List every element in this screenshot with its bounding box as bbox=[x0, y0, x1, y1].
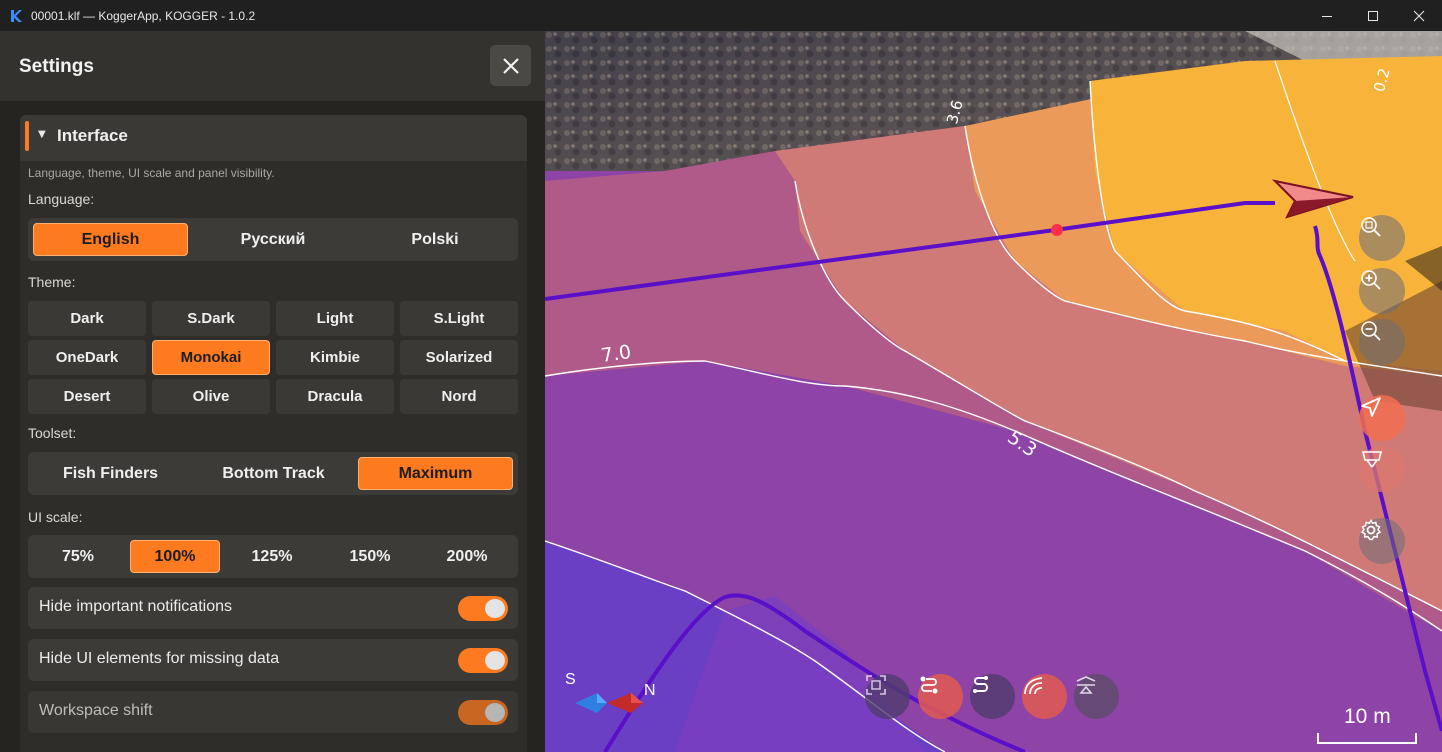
navigate-arrow-icon bbox=[1361, 397, 1381, 417]
toolset-label: Toolset: bbox=[28, 425, 77, 441]
track-button[interactable] bbox=[970, 674, 1015, 719]
map-3d-view[interactable]: 7.0 5.3 3.6 0.2 S N 10 m bbox=[545, 31, 1442, 752]
theme-option-light[interactable]: Light bbox=[276, 301, 394, 336]
toolset-option-maximum[interactable]: Maximum bbox=[358, 457, 513, 490]
minimize-icon[interactable] bbox=[1304, 0, 1350, 31]
layers-button[interactable] bbox=[1074, 674, 1119, 719]
theme-option-olive[interactable]: Olive bbox=[152, 379, 270, 414]
hide-missing-data-switch[interactable] bbox=[458, 648, 508, 673]
zoom-out-button[interactable] bbox=[1359, 319, 1405, 365]
zoom-in-button[interactable] bbox=[1359, 268, 1405, 314]
language-selector: English Русский Polski bbox=[28, 218, 518, 261]
toolset-option-fish-finders[interactable]: Fish Finders bbox=[33, 457, 188, 490]
kogger-logo-icon bbox=[9, 9, 23, 23]
zoom-fit-icon bbox=[1361, 217, 1381, 237]
select-frame-icon bbox=[866, 675, 886, 695]
toggle-row-hide-notifications: Hide important notifications bbox=[28, 587, 518, 629]
close-icon bbox=[502, 57, 519, 74]
switch-knob bbox=[485, 703, 505, 722]
switch-knob bbox=[485, 599, 505, 618]
language-option-russian[interactable]: Русский bbox=[198, 223, 348, 256]
theme-option-monokai[interactable]: Monokai bbox=[152, 340, 270, 375]
language-option-english[interactable]: English bbox=[33, 223, 188, 256]
toggle-label: Hide UI elements for missing data bbox=[39, 650, 280, 667]
terrain-render bbox=[545, 31, 1442, 752]
language-option-polski[interactable]: Polski bbox=[360, 223, 510, 256]
ui-scale-option-150[interactable]: 150% bbox=[325, 540, 415, 573]
window-title: 00001.klf — KoggerApp, KOGGER - 1.0.2 bbox=[31, 8, 256, 23]
toolset-option-bottom-track[interactable]: Bottom Track bbox=[196, 457, 351, 490]
collapse-arrow-icon: ▼ bbox=[38, 129, 46, 140]
theme-option-dark[interactable]: Dark bbox=[28, 301, 146, 336]
theme-option-slight[interactable]: S.Light bbox=[400, 301, 518, 336]
settings-panel: Settings ▼ Interface Language, theme, UI… bbox=[0, 31, 545, 752]
compass: S N bbox=[565, 671, 675, 716]
settings-close-button[interactable] bbox=[490, 45, 531, 86]
scale-line bbox=[1317, 733, 1417, 744]
toggle-label: Workspace shift bbox=[39, 702, 153, 719]
section-description: Language, theme, UI scale and panel visi… bbox=[28, 166, 275, 180]
ui-scale-option-125[interactable]: 125% bbox=[227, 540, 317, 573]
route-icon bbox=[920, 676, 938, 694]
zoom-out-icon bbox=[1361, 321, 1381, 341]
theme-option-solarized[interactable]: Solarized bbox=[400, 340, 518, 375]
scale-label: 10 m bbox=[1344, 705, 1391, 728]
theme-label: Theme: bbox=[28, 274, 76, 290]
workspace-shift-switch[interactable] bbox=[458, 700, 508, 725]
zoom-fit-button[interactable] bbox=[1359, 215, 1405, 261]
section-accent-bar bbox=[25, 121, 29, 151]
close-icon[interactable] bbox=[1396, 0, 1442, 31]
language-label: Language: bbox=[28, 191, 95, 207]
maximize-icon[interactable] bbox=[1350, 0, 1396, 31]
theme-option-kimbie[interactable]: Kimbie bbox=[276, 340, 394, 375]
title-bar: 00001.klf — KoggerApp, KOGGER - 1.0.2 bbox=[0, 0, 1442, 31]
route-button[interactable] bbox=[918, 674, 963, 719]
theme-option-nord[interactable]: Nord bbox=[400, 379, 518, 414]
toggle-row-workspace-shift: Workspace shift bbox=[28, 691, 518, 733]
sonar-button[interactable] bbox=[1022, 674, 1067, 719]
map-settings-button[interactable] bbox=[1359, 518, 1405, 564]
theme-option-dracula[interactable]: Dracula bbox=[276, 379, 394, 414]
track-icon bbox=[973, 676, 988, 693]
zoom-in-icon bbox=[1361, 270, 1381, 290]
scale-bar: 10 m bbox=[1317, 701, 1417, 744]
contour-label-depth: 7.0 bbox=[599, 341, 633, 367]
interface-section-header[interactable]: ▼ Interface bbox=[20, 115, 527, 161]
settings-title: Settings bbox=[19, 56, 94, 77]
layers-icon bbox=[1076, 676, 1096, 694]
settings-gear-icon bbox=[1360, 519, 1382, 541]
settings-header: Settings bbox=[0, 31, 545, 101]
compass-north-label: N bbox=[644, 682, 656, 699]
sonar-icon bbox=[1024, 677, 1043, 695]
ui-scale-selector: 75% 100% 125% 150% 200% bbox=[28, 535, 518, 578]
toggle-row-hide-missing-data: Hide UI elements for missing data bbox=[28, 639, 518, 681]
toolset-selector: Fish Finders Bottom Track Maximum bbox=[28, 452, 518, 495]
vehicle-icon bbox=[1361, 451, 1383, 468]
section-title: Interface bbox=[57, 126, 128, 145]
compass-needle-icon bbox=[575, 693, 643, 713]
select-frame-button[interactable] bbox=[865, 674, 910, 719]
ui-scale-option-100[interactable]: 100% bbox=[130, 540, 220, 573]
theme-option-onedark[interactable]: OneDark bbox=[28, 340, 146, 375]
switch-knob bbox=[485, 651, 505, 670]
interface-section: ▼ Interface Language, theme, UI scale an… bbox=[20, 115, 527, 752]
ui-scale-label: UI scale: bbox=[28, 509, 83, 525]
theme-option-sdark[interactable]: S.Dark bbox=[152, 301, 270, 336]
hide-notifications-switch[interactable] bbox=[458, 596, 508, 621]
vehicle-button[interactable] bbox=[1359, 446, 1405, 492]
ui-scale-option-200[interactable]: 200% bbox=[422, 540, 512, 573]
settings-scroll-area[interactable]: ▼ Interface Language, theme, UI scale an… bbox=[0, 101, 545, 752]
theme-option-desert[interactable]: Desert bbox=[28, 379, 146, 414]
toggle-label: Hide important notifications bbox=[39, 598, 232, 615]
ui-scale-option-75[interactable]: 75% bbox=[33, 540, 123, 573]
navigate-button[interactable] bbox=[1359, 395, 1405, 441]
